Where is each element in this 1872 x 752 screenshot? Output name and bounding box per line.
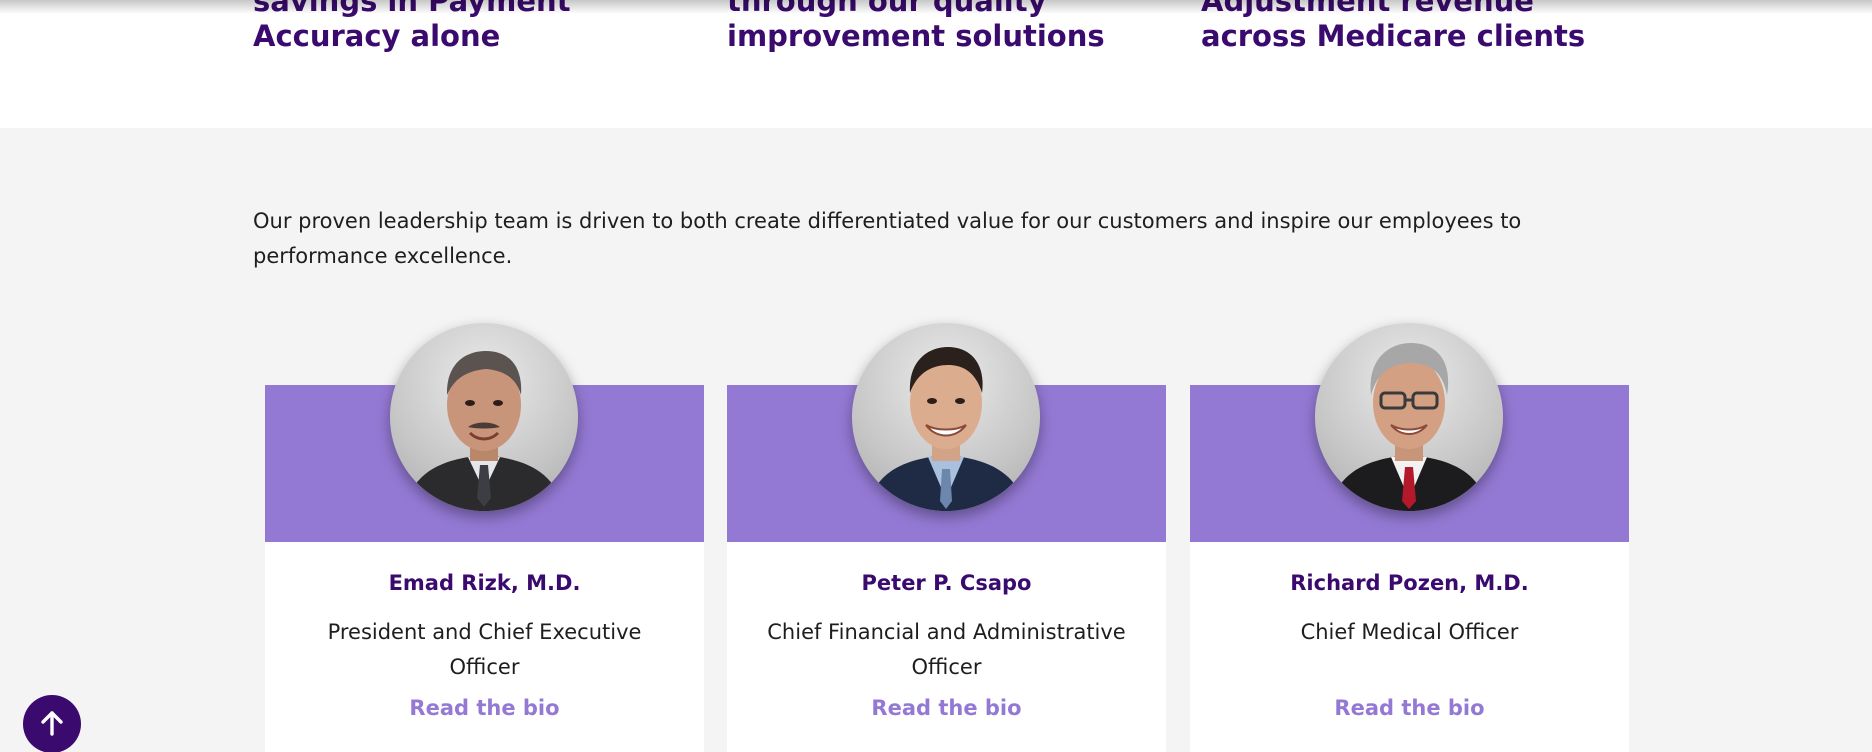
stat-text-line: improvement solutions — [727, 19, 1105, 54]
stats-section: savings in Payment Accuracy alone throug… — [0, 0, 1872, 128]
arrow-up-icon — [41, 711, 63, 736]
leader-title: Chief Financial and Administrative Offic… — [767, 620, 1126, 679]
leader-photo — [390, 323, 578, 511]
leader-name: Richard Pozen, M.D. — [1290, 571, 1529, 595]
leader-name: Emad Rizk, M.D. — [388, 571, 581, 595]
stat-text-line: Accuracy alone — [253, 19, 501, 54]
back-to-top-button[interactable] — [23, 695, 81, 752]
header-shadow — [0, 0, 1872, 14]
leader-name: Peter P. Csapo — [861, 571, 1032, 595]
read-bio-link[interactable]: Read the bio — [265, 696, 704, 720]
stat-text-line: across Medicare clients — [1201, 19, 1586, 54]
read-bio-link[interactable]: Read the bio — [727, 696, 1166, 720]
leader-card: Emad Rizk, M.D. President and Chief Exec… — [265, 323, 704, 752]
leader-title: President and Chief Executive Officer — [327, 620, 642, 679]
leadership-section: Our proven leadership team is driven to … — [0, 128, 1872, 752]
leader-card: Peter P. Csapo Chief Financial and Admin… — [727, 323, 1166, 752]
leader-title: Chief Medical Officer — [1300, 620, 1519, 644]
leader-photo — [1315, 323, 1503, 511]
leader-photo — [852, 323, 1040, 511]
read-bio-link[interactable]: Read the bio — [1190, 696, 1629, 720]
leadership-intro: Our proven leadership team is driven to … — [253, 209, 1522, 268]
leader-card: Richard Pozen, M.D. Chief Medical Office… — [1190, 323, 1629, 752]
